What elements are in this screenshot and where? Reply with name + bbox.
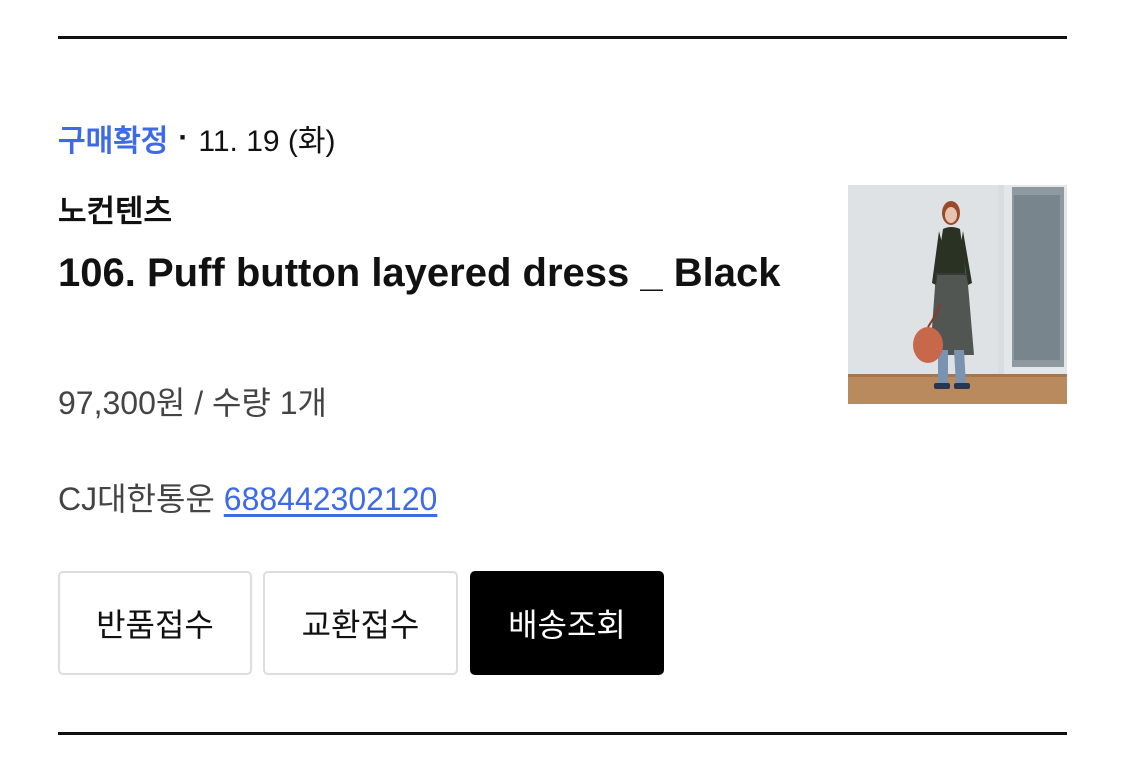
order-status: 구매확정 xyxy=(58,125,169,158)
product-thumbnail[interactable] xyxy=(848,185,1067,404)
bottom-divider xyxy=(58,732,1067,735)
product-photo-image xyxy=(848,185,1067,404)
return-request-button[interactable]: 반품접수 xyxy=(58,571,252,675)
order-status-line: 구매확정 · 11. 19 (화) xyxy=(58,116,336,160)
price-quantity: 97,300원 / 수량 1개 xyxy=(58,385,327,421)
brand-name[interactable]: 노컨텐츠 xyxy=(58,186,172,231)
top-divider xyxy=(58,36,1067,39)
track-shipment-button[interactable]: 배송조회 xyxy=(470,571,664,675)
shipping-info: CJ대한통운 688442302120 xyxy=(58,474,437,520)
product-name[interactable]: 106. Puff button layered dress _ Black xyxy=(58,242,798,304)
courier-name: CJ대한통운 xyxy=(58,481,215,517)
tracking-number-link[interactable]: 688442302120 xyxy=(224,481,438,517)
order-date: 11. 19 (화) xyxy=(198,125,336,158)
status-separator: · xyxy=(178,121,189,154)
exchange-request-button[interactable]: 교환접수 xyxy=(263,571,458,675)
